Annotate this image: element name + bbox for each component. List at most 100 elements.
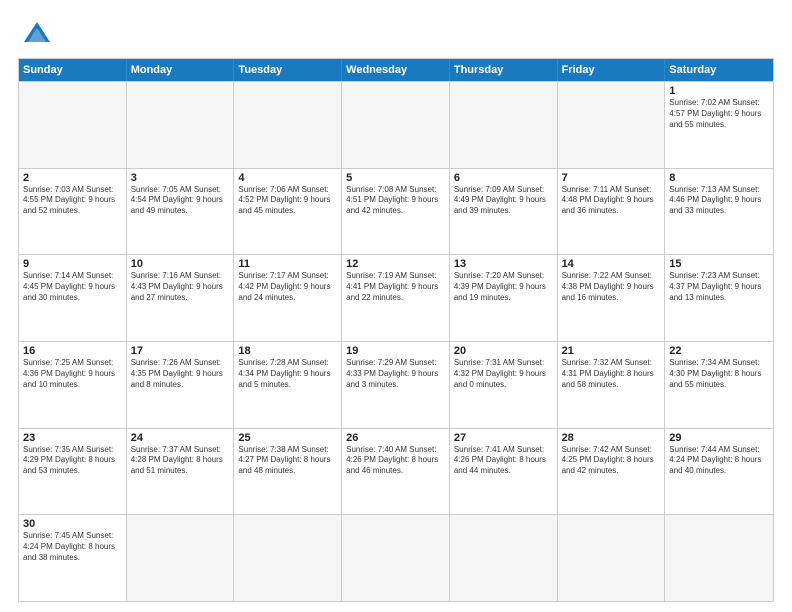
cell-date: 28 [562,432,661,444]
cell-date: 15 [669,258,769,270]
cell-info: Sunrise: 7:45 AM Sunset: 4:24 PM Dayligh… [23,531,122,563]
cell-info: Sunrise: 7:11 AM Sunset: 4:48 PM Dayligh… [562,185,661,217]
calendar-cell: 21Sunrise: 7:32 AM Sunset: 4:31 PM Dayli… [558,342,666,428]
cell-info: Sunrise: 7:13 AM Sunset: 4:46 PM Dayligh… [669,185,769,217]
page: SundayMondayTuesdayWednesdayThursdayFrid… [0,0,792,612]
calendar-cell: 9Sunrise: 7:14 AM Sunset: 4:45 PM Daylig… [19,255,127,341]
cell-date: 3 [131,172,230,184]
calendar-week-row: 9Sunrise: 7:14 AM Sunset: 4:45 PM Daylig… [19,254,773,341]
cell-info: Sunrise: 7:26 AM Sunset: 4:35 PM Dayligh… [131,358,230,390]
calendar: SundayMondayTuesdayWednesdayThursdayFrid… [18,58,774,602]
calendar-cell [342,515,450,601]
cell-info: Sunrise: 7:19 AM Sunset: 4:41 PM Dayligh… [346,271,445,303]
calendar-cell: 14Sunrise: 7:22 AM Sunset: 4:38 PM Dayli… [558,255,666,341]
cell-info: Sunrise: 7:32 AM Sunset: 4:31 PM Dayligh… [562,358,661,390]
calendar-cell: 11Sunrise: 7:17 AM Sunset: 4:42 PM Dayli… [234,255,342,341]
calendar-week-row: 16Sunrise: 7:25 AM Sunset: 4:36 PM Dayli… [19,341,773,428]
calendar-cell: 18Sunrise: 7:28 AM Sunset: 4:34 PM Dayli… [234,342,342,428]
calendar-cell: 27Sunrise: 7:41 AM Sunset: 4:26 PM Dayli… [450,429,558,515]
calendar-cell [127,82,235,168]
calendar-cell: 8Sunrise: 7:13 AM Sunset: 4:46 PM Daylig… [665,169,773,255]
cell-info: Sunrise: 7:42 AM Sunset: 4:25 PM Dayligh… [562,445,661,477]
cell-date: 17 [131,345,230,357]
cell-info: Sunrise: 7:41 AM Sunset: 4:26 PM Dayligh… [454,445,553,477]
cell-date: 25 [238,432,337,444]
cell-date: 8 [669,172,769,184]
cell-date: 18 [238,345,337,357]
cell-info: Sunrise: 7:37 AM Sunset: 4:28 PM Dayligh… [131,445,230,477]
cell-info: Sunrise: 7:22 AM Sunset: 4:38 PM Dayligh… [562,271,661,303]
calendar-cell [342,82,450,168]
cell-date: 27 [454,432,553,444]
cell-date: 16 [23,345,122,357]
cell-date: 7 [562,172,661,184]
calendar-cell [450,82,558,168]
cell-date: 5 [346,172,445,184]
cell-date: 13 [454,258,553,270]
weekday-header: Tuesday [234,59,342,81]
calendar-cell: 23Sunrise: 7:35 AM Sunset: 4:29 PM Dayli… [19,429,127,515]
cell-date: 19 [346,345,445,357]
cell-info: Sunrise: 7:05 AM Sunset: 4:54 PM Dayligh… [131,185,230,217]
weekday-header: Thursday [450,59,558,81]
logo [18,18,52,48]
calendar-cell: 12Sunrise: 7:19 AM Sunset: 4:41 PM Dayli… [342,255,450,341]
cell-date: 30 [23,518,122,530]
cell-info: Sunrise: 7:40 AM Sunset: 4:26 PM Dayligh… [346,445,445,477]
cell-info: Sunrise: 7:29 AM Sunset: 4:33 PM Dayligh… [346,358,445,390]
calendar-cell: 24Sunrise: 7:37 AM Sunset: 4:28 PM Dayli… [127,429,235,515]
calendar-cell [234,82,342,168]
cell-date: 11 [238,258,337,270]
calendar-cell [558,515,666,601]
calendar-cell: 25Sunrise: 7:38 AM Sunset: 4:27 PM Dayli… [234,429,342,515]
calendar-cell: 17Sunrise: 7:26 AM Sunset: 4:35 PM Dayli… [127,342,235,428]
calendar-cell: 15Sunrise: 7:23 AM Sunset: 4:37 PM Dayli… [665,255,773,341]
cell-info: Sunrise: 7:28 AM Sunset: 4:34 PM Dayligh… [238,358,337,390]
calendar-cell: 19Sunrise: 7:29 AM Sunset: 4:33 PM Dayli… [342,342,450,428]
cell-info: Sunrise: 7:34 AM Sunset: 4:30 PM Dayligh… [669,358,769,390]
header [18,18,774,48]
logo-icon [22,18,52,48]
cell-info: Sunrise: 7:31 AM Sunset: 4:32 PM Dayligh… [454,358,553,390]
cell-date: 12 [346,258,445,270]
cell-info: Sunrise: 7:20 AM Sunset: 4:39 PM Dayligh… [454,271,553,303]
calendar-cell: 3Sunrise: 7:05 AM Sunset: 4:54 PM Daylig… [127,169,235,255]
cell-info: Sunrise: 7:38 AM Sunset: 4:27 PM Dayligh… [238,445,337,477]
calendar-week-row: 23Sunrise: 7:35 AM Sunset: 4:29 PM Dayli… [19,428,773,515]
cell-date: 14 [562,258,661,270]
calendar-cell: 28Sunrise: 7:42 AM Sunset: 4:25 PM Dayli… [558,429,666,515]
cell-date: 24 [131,432,230,444]
calendar-cell [450,515,558,601]
calendar-week-row: 30Sunrise: 7:45 AM Sunset: 4:24 PM Dayli… [19,514,773,601]
cell-date: 1 [669,85,769,97]
calendar-cell: 20Sunrise: 7:31 AM Sunset: 4:32 PM Dayli… [450,342,558,428]
calendar-cell: 29Sunrise: 7:44 AM Sunset: 4:24 PM Dayli… [665,429,773,515]
calendar-cell: 22Sunrise: 7:34 AM Sunset: 4:30 PM Dayli… [665,342,773,428]
cell-info: Sunrise: 7:14 AM Sunset: 4:45 PM Dayligh… [23,271,122,303]
cell-info: Sunrise: 7:35 AM Sunset: 4:29 PM Dayligh… [23,445,122,477]
calendar-cell: 30Sunrise: 7:45 AM Sunset: 4:24 PM Dayli… [19,515,127,601]
cell-info: Sunrise: 7:03 AM Sunset: 4:55 PM Dayligh… [23,185,122,217]
cell-info: Sunrise: 7:23 AM Sunset: 4:37 PM Dayligh… [669,271,769,303]
cell-date: 9 [23,258,122,270]
weekday-header: Friday [558,59,666,81]
calendar-header: SundayMondayTuesdayWednesdayThursdayFrid… [19,59,773,81]
cell-info: Sunrise: 7:17 AM Sunset: 4:42 PM Dayligh… [238,271,337,303]
cell-info: Sunrise: 7:06 AM Sunset: 4:52 PM Dayligh… [238,185,337,217]
cell-info: Sunrise: 7:09 AM Sunset: 4:49 PM Dayligh… [454,185,553,217]
cell-date: 22 [669,345,769,357]
calendar-cell [127,515,235,601]
calendar-cell: 7Sunrise: 7:11 AM Sunset: 4:48 PM Daylig… [558,169,666,255]
calendar-cell [665,515,773,601]
calendar-body: 1Sunrise: 7:02 AM Sunset: 4:57 PM Daylig… [19,81,773,601]
calendar-cell: 10Sunrise: 7:16 AM Sunset: 4:43 PM Dayli… [127,255,235,341]
calendar-cell: 26Sunrise: 7:40 AM Sunset: 4:26 PM Dayli… [342,429,450,515]
cell-date: 23 [23,432,122,444]
cell-date: 21 [562,345,661,357]
cell-info: Sunrise: 7:25 AM Sunset: 4:36 PM Dayligh… [23,358,122,390]
cell-date: 10 [131,258,230,270]
cell-info: Sunrise: 7:02 AM Sunset: 4:57 PM Dayligh… [669,98,769,130]
cell-date: 26 [346,432,445,444]
calendar-cell: 2Sunrise: 7:03 AM Sunset: 4:55 PM Daylig… [19,169,127,255]
weekday-header: Wednesday [342,59,450,81]
